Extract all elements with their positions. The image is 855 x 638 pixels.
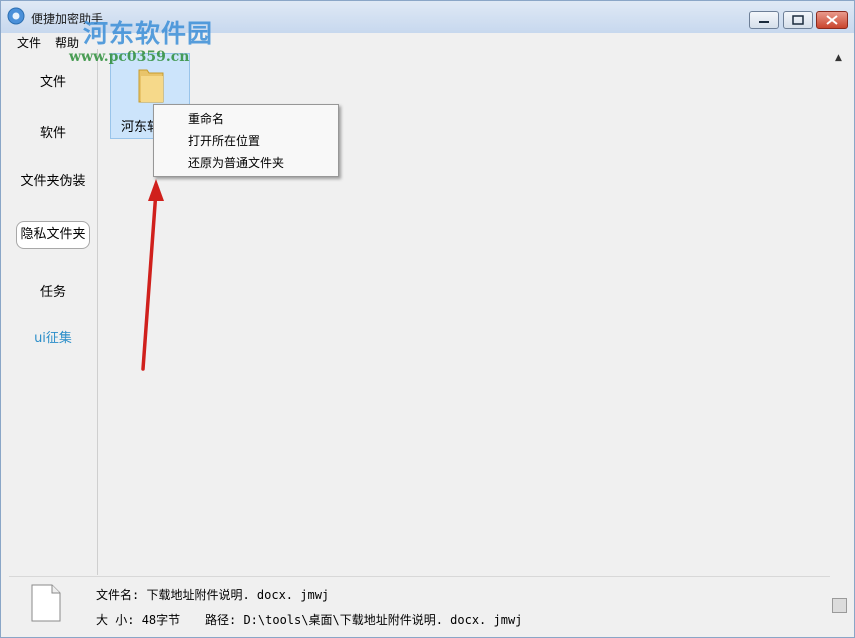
vertical-scrollbar[interactable]: ▲	[830, 49, 847, 617]
context-menu-open-location[interactable]: 打开所在位置	[188, 132, 260, 149]
path-row: 路径: D:\tools\桌面\下载地址附件说明. docx. jmwj	[205, 611, 522, 628]
status-bar: 文件名: 下载地址附件说明. docx. jmwj 大 小: 48字节 路径: …	[9, 576, 830, 631]
filename-row: 文件名: 下载地址附件说明. docx. jmwj	[96, 586, 329, 603]
maximize-icon	[792, 15, 804, 25]
maximize-button[interactable]	[783, 11, 813, 29]
scroll-up-arrow-icon[interactable]: ▲	[833, 53, 844, 64]
path-value: D:\tools\桌面\下载地址附件说明. docx. jmwj	[243, 613, 523, 627]
size-value: 48字节	[141, 613, 181, 627]
app-window: 便捷加密助手 河东软件园 文件 帮助 文件 软件 文件夹伪装 隐私文件夹 任务 …	[0, 0, 855, 638]
watermark-url-text: www.pc0359.cn	[69, 49, 190, 65]
filename-label: 文件名:	[96, 588, 147, 602]
context-menu-restore-folder[interactable]: 还原为普通文件夹	[188, 154, 284, 171]
context-menu: 重命名 打开所在位置 还原为普通文件夹	[153, 104, 339, 177]
sidebar-item-tasks[interactable]: 任务	[9, 281, 97, 300]
path-label: 路径:	[205, 613, 244, 627]
minimize-icon	[759, 21, 769, 23]
sidebar-item-ui-collection[interactable]: ui征集	[9, 327, 97, 346]
size-row: 大 小: 48字节	[96, 611, 180, 628]
filename-value: 下载地址附件说明. docx. jmwj	[146, 588, 330, 602]
title-bar[interactable]: 便捷加密助手 河东软件园	[1, 1, 854, 48]
sidebar-item-software[interactable]: 软件	[9, 122, 97, 141]
annotation-arrow	[141, 179, 164, 371]
close-button[interactable]	[816, 11, 848, 29]
menu-bar: 文件 帮助	[1, 33, 854, 50]
scroll-thumb[interactable]	[832, 598, 847, 613]
minimize-button[interactable]	[749, 11, 779, 29]
folder-icon	[138, 69, 164, 103]
sidebar-item-folder-disguise[interactable]: 文件夹伪装	[9, 170, 97, 189]
size-label: 大 小:	[96, 613, 142, 627]
app-logo-icon	[7, 7, 25, 25]
document-icon	[31, 584, 61, 622]
context-menu-rename[interactable]: 重命名	[188, 110, 224, 127]
sidebar-item-file[interactable]: 文件	[9, 71, 97, 90]
close-icon	[826, 15, 838, 25]
sidebar-item-private-folder[interactable]: 隐私文件夹	[16, 221, 90, 249]
sidebar: 文件 软件 文件夹伪装 隐私文件夹 任务 ui征集	[9, 49, 98, 575]
